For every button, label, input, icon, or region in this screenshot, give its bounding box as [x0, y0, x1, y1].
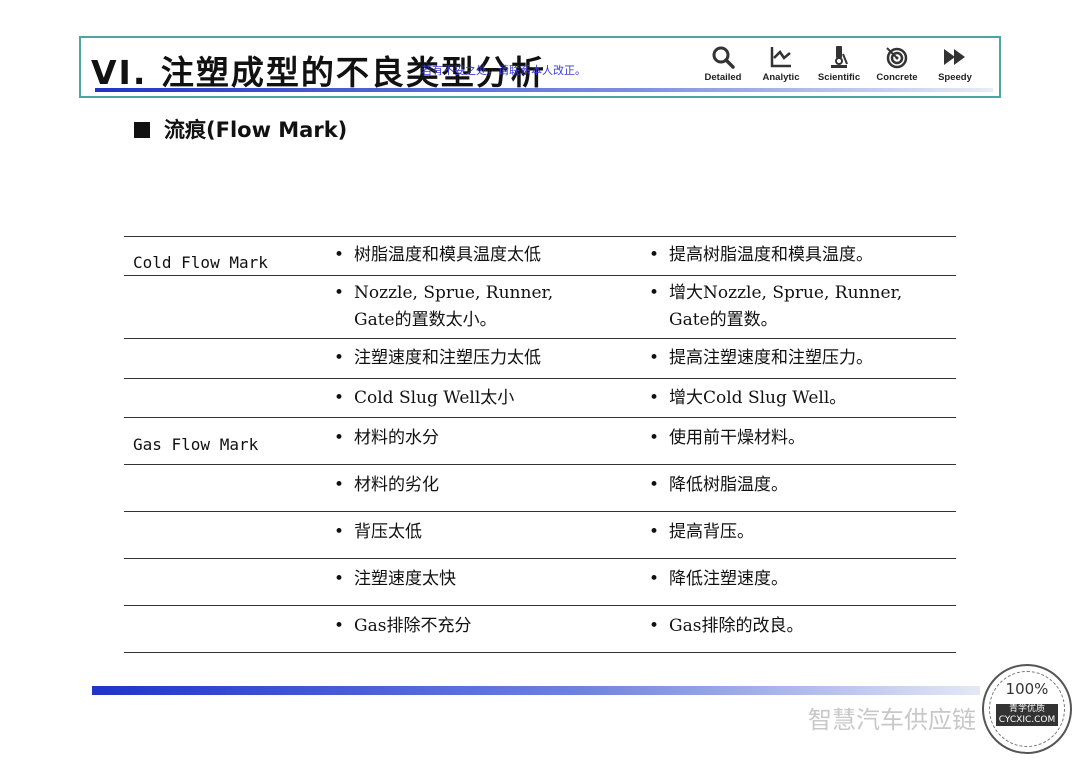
- table-row: • 背压太低 • 提高背压。: [124, 512, 956, 559]
- cause-cell: • 注塑速度太快: [334, 569, 456, 589]
- table-row: • Cold Slug Well太小 • 增大Cold Slug Well。: [124, 379, 956, 418]
- header-icon-row: Detailed Analytic Scientific Concrete Sp…: [699, 44, 979, 83]
- table-row: • Nozzle, Sprue, Runner, Gate的置数太小。 • 增大Noz…: [124, 276, 956, 339]
- cause-cell: • 树脂温度和模具温度太低: [334, 245, 541, 265]
- solution-cell: • 增大Nozzle, Sprue, Runner, Gate的置数。: [649, 283, 903, 330]
- cause-cell: • 材料的水分: [334, 428, 439, 448]
- seal-percent: 100%: [1005, 680, 1049, 698]
- table-row: • 注塑速度太快 • 降低注塑速度。: [124, 559, 956, 606]
- icon-label-concrete: Concrete: [876, 72, 918, 83]
- category-cell: [124, 339, 324, 378]
- category-cell: [124, 276, 324, 338]
- square-bullet-icon: [134, 122, 150, 138]
- header-gradient-bar: [95, 88, 993, 92]
- scientific-item: Scientific: [815, 44, 863, 83]
- solution-cell: • 增大Cold Slug Well。: [649, 388, 847, 408]
- seal-band: 青学优质 CYCXIC.COM: [996, 704, 1058, 726]
- cause-cell: • Cold Slug Well太小: [334, 388, 515, 408]
- category-cell: Cold Flow Mark: [133, 253, 268, 272]
- category-cell: [124, 379, 324, 417]
- table-row: • Gas排除不充分 • Gas排除的改良。: [124, 606, 956, 653]
- wechat-watermark: 智慧汽车供应链: [808, 706, 976, 734]
- fast-forward-icon: [944, 49, 965, 65]
- cause-cell: • 注塑速度和注塑压力太低: [334, 348, 541, 368]
- table-row: Cold Flow Mark • 树脂温度和模具温度太低 • 提高树脂温度和模具温度…: [124, 237, 956, 276]
- cause-cell: • 材料的劣化: [334, 475, 439, 495]
- icon-label-scientific: Scientific: [817, 72, 861, 83]
- footer-gradient-bar: [92, 686, 980, 695]
- cause-cell: • Nozzle, Sprue, Runner, Gate的置数太小。: [334, 283, 554, 330]
- table-row: Gas Flow Mark • 材料的水分 • 使用前干燥材料。: [124, 418, 956, 465]
- solution-cell: • 提高注塑速度和注塑压力。: [649, 348, 873, 368]
- solution-cell: • 提高背压。: [649, 522, 754, 542]
- solution-cell: • 使用前干燥材料。: [649, 428, 805, 448]
- category-cell: [124, 512, 324, 558]
- solution-cell: • 提高树脂温度和模具温度。: [649, 245, 873, 265]
- icon-label-detailed: Detailed: [704, 72, 742, 83]
- slide-header: VI. 注塑成型的不良类型分析 若有不妥之处，请联系本人改正。 Detailed…: [79, 36, 1001, 98]
- speedy-item: Speedy: [931, 44, 979, 83]
- category-cell: [124, 465, 324, 511]
- cause-cell: • 背压太低: [334, 522, 422, 542]
- solution-cell: • 降低树脂温度。: [649, 475, 788, 495]
- table-row: • 材料的劣化 • 降低树脂温度。: [124, 465, 956, 512]
- category-cell: [124, 606, 324, 652]
- target-icon: [886, 47, 908, 69]
- icon-label-analytic: Analytic: [762, 72, 800, 83]
- table-row: • 注塑速度和注塑压力太低 • 提高注塑速度和注塑压力。: [124, 339, 956, 379]
- search-icon: [712, 46, 735, 69]
- icon-label-speedy: Speedy: [938, 72, 972, 83]
- detailed-item: Detailed: [699, 44, 747, 83]
- subtitle-text: 流痕(Flow Mark): [164, 118, 348, 142]
- section-subtitle: 流痕(Flow Mark): [134, 114, 347, 144]
- chart-icon: [770, 47, 791, 68]
- solution-cell: • Gas排除的改良。: [649, 616, 804, 636]
- concrete-item: Concrete: [873, 44, 921, 83]
- category-cell: Gas Flow Mark: [133, 435, 259, 454]
- microscope-icon: [831, 46, 848, 68]
- flow-mark-table: Cold Flow Mark • 树脂温度和模具温度太低 • 提高树脂温度和模具温度…: [124, 236, 956, 653]
- quality-seal: 100% 青学优质 CYCXIC.COM: [982, 664, 1072, 754]
- solution-cell: • 降低注塑速度。: [649, 569, 788, 589]
- cause-cell: • Gas排除不充分: [334, 616, 472, 636]
- analytic-item: Analytic: [757, 44, 805, 83]
- category-cell: [124, 559, 324, 605]
- overlay-note: 若有不妥之处，请联系本人改正。: [421, 64, 586, 77]
